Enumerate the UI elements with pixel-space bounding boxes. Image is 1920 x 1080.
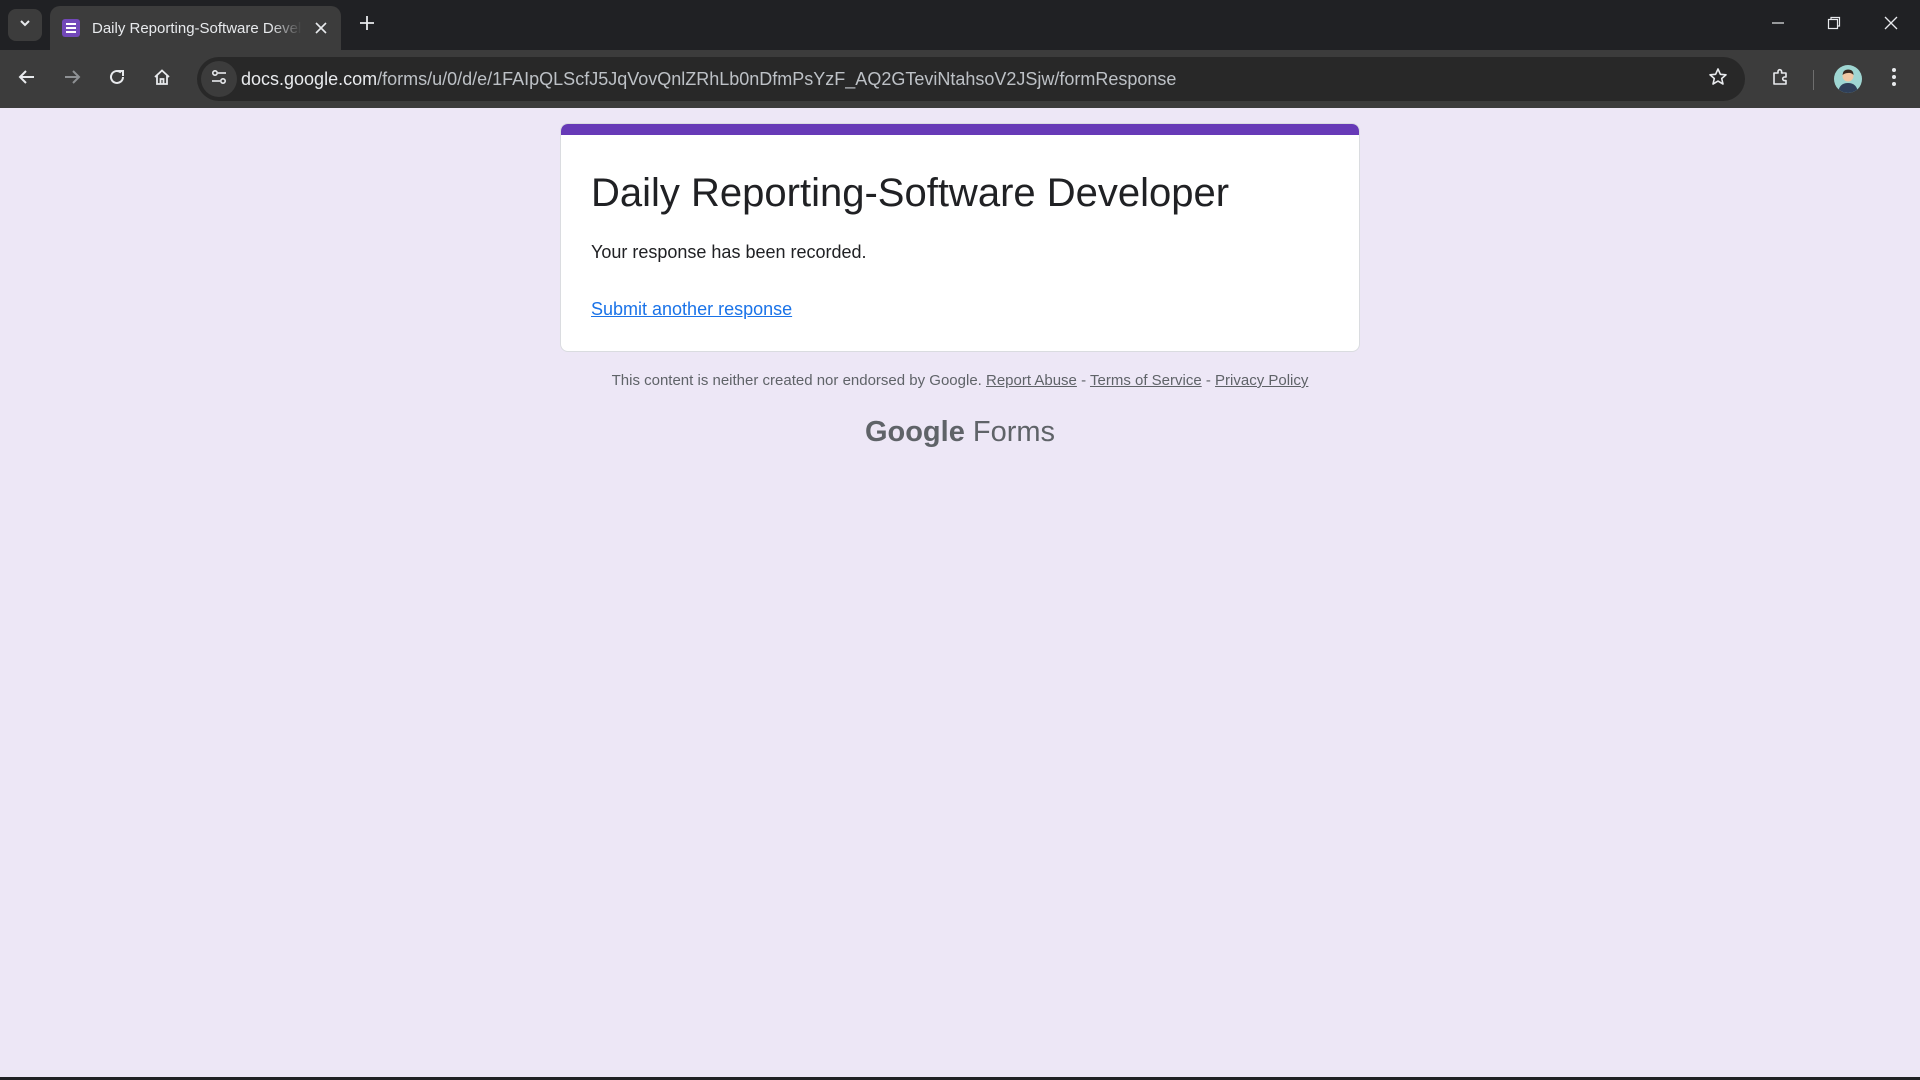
- more-vert-icon: [1891, 67, 1897, 92]
- toolbar-divider: [1813, 70, 1814, 90]
- tab-title: Daily Reporting-Software Developer: [92, 19, 302, 37]
- tab-strip: Daily Reporting-Software Developer: [0, 0, 1920, 50]
- footer-disclaimer: This content is neither created nor endo…: [0, 372, 1920, 389]
- reload-icon: [108, 68, 126, 91]
- brand-forms: Forms: [972, 416, 1056, 448]
- report-abuse-link[interactable]: Report Abuse: [986, 372, 1077, 389]
- url-host: docs.google.com: [241, 69, 378, 89]
- browser-tab-active[interactable]: Daily Reporting-Software Developer: [50, 6, 341, 50]
- forward-button[interactable]: [54, 61, 90, 97]
- address-bar[interactable]: docs.google.com/forms/u/0/d/e/1FAIpQLScf…: [197, 57, 1745, 101]
- confirmation-card: Daily Reporting-Software Developer Your …: [560, 123, 1360, 352]
- chevron-down-icon: [18, 16, 32, 35]
- url-path: /forms/u/0/d/e/1FAIpQLScfJ5JqVovQnlZRhLb…: [377, 69, 1177, 89]
- browser-toolbar: docs.google.com/forms/u/0/d/e/1FAIpQLScf…: [0, 50, 1920, 108]
- brand-google: Google: [864, 416, 965, 448]
- minimize-button[interactable]: [1750, 0, 1806, 50]
- restore-button[interactable]: [1806, 0, 1862, 50]
- browser-menu-button[interactable]: [1876, 61, 1912, 97]
- home-icon: [153, 68, 171, 91]
- minimize-icon: [1771, 16, 1785, 35]
- footer-separator: -: [1205, 372, 1211, 389]
- new-tab-button[interactable]: [353, 11, 381, 39]
- home-button[interactable]: [144, 61, 180, 97]
- tab-search-button[interactable]: [8, 9, 42, 41]
- close-icon: [1884, 16, 1898, 35]
- google-forms-icon: [62, 19, 80, 37]
- submit-another-response-link[interactable]: Submit another response: [591, 299, 792, 320]
- extensions-button[interactable]: [1763, 61, 1799, 97]
- plus-icon: [359, 15, 375, 36]
- privacy-policy-link[interactable]: Privacy Policy: [1215, 372, 1308, 389]
- back-button[interactable]: [9, 61, 45, 97]
- window-close-button[interactable]: [1863, 0, 1919, 50]
- profile-avatar[interactable]: [1834, 65, 1862, 93]
- google-forms-logo[interactable]: Google Forms: [0, 416, 1920, 449]
- close-icon[interactable]: [311, 18, 331, 38]
- arrow-right-icon: [63, 68, 81, 91]
- terms-of-service-link[interactable]: Terms of Service: [1090, 372, 1202, 389]
- url-text[interactable]: docs.google.com/forms/u/0/d/e/1FAIpQLScf…: [241, 69, 1176, 90]
- restore-icon: [1827, 16, 1841, 35]
- puzzle-icon: [1771, 67, 1791, 92]
- tune-icon: [210, 68, 228, 91]
- bookmark-button[interactable]: [1705, 66, 1731, 92]
- reload-button[interactable]: [99, 61, 135, 97]
- arrow-left-icon: [18, 68, 36, 91]
- star-icon: [1708, 67, 1728, 92]
- footer-separator: -: [1081, 372, 1087, 389]
- card-accent-bar: [561, 124, 1359, 135]
- disclaimer-text: This content is neither created nor endo…: [611, 372, 982, 389]
- site-info-button[interactable]: [201, 61, 237, 97]
- form-title: Daily Reporting-Software Developer: [591, 171, 1230, 215]
- confirmation-message: Your response has been recorded.: [591, 242, 867, 262]
